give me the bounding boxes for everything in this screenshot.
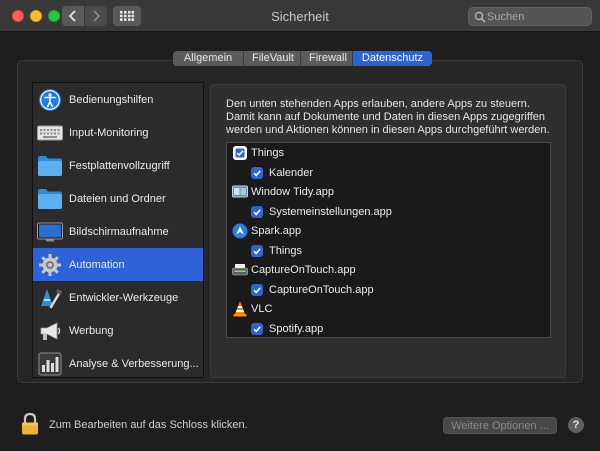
permission-label: Spotify.app	[269, 323, 324, 335]
sidebar-item-label: Input-Monitoring	[69, 126, 149, 139]
list-item-permission: Systemeinstellungen.app	[227, 202, 550, 222]
sidebar-item-dateien-und-ordner[interactable]: Dateien und Ordner	[33, 182, 203, 215]
search-field[interactable]	[468, 7, 592, 26]
help-button[interactable]: ?	[568, 417, 584, 433]
megaphone-icon	[37, 318, 63, 344]
checkmark-icon	[253, 209, 261, 216]
search-icon	[474, 11, 486, 23]
permission-label: Kalender	[269, 167, 314, 179]
sidebar-item-bedienungshilfen[interactable]: Bedienungshilfen	[33, 83, 203, 116]
sidebar-item-label: Dateien und Ordner	[69, 192, 166, 205]
sidebar-item-entwickler-werkzeuge[interactable]: Entwickler-Werkzeuge	[33, 281, 203, 314]
vlc-cone-icon	[232, 301, 248, 317]
window-tidy-icon	[232, 184, 248, 200]
search-input[interactable]	[487, 9, 587, 24]
sidebar-item-label: Festplattenvollzugriff	[69, 159, 170, 172]
tab-bar: Allgemein FileVault Firewall Datenschutz	[173, 51, 432, 66]
sidebar-item-label: Werbung	[69, 324, 114, 337]
permission-label: Things	[269, 245, 303, 257]
permission-checkbox[interactable]	[251, 206, 263, 218]
checkmark-icon	[253, 248, 261, 255]
sidebar-item-bildschirmaufnahme[interactable]: Bildschirmaufnahme	[33, 215, 203, 248]
tab-firewall[interactable]: Firewall	[301, 51, 353, 66]
sidebar-item-label: Automation	[69, 258, 125, 271]
permission-checkbox[interactable]	[251, 167, 263, 179]
list-item-app[interactable]: Things	[227, 143, 550, 163]
chevron-left-icon	[68, 10, 76, 22]
show-all-button[interactable]	[113, 6, 141, 26]
tab-allgemein[interactable]: Allgemein	[173, 51, 244, 66]
folder-icon	[37, 186, 63, 212]
more-options-button[interactable]: Weitere Optionen ...	[443, 417, 557, 434]
privacy-category-list: Bedienungshilfen Input-Monitoring Festpl…	[32, 82, 204, 378]
scanner-icon	[232, 262, 248, 278]
permission-label: CaptureOnTouch.app	[269, 284, 374, 296]
sidebar-item-werbung[interactable]: Werbung	[33, 314, 203, 347]
list-item-permission: CaptureOnTouch.app	[227, 280, 550, 300]
sidebar-item-label: Bildschirmaufnahme	[69, 225, 169, 238]
list-item-app[interactable]: Spark.app	[227, 221, 550, 241]
lock-hint-text: Zum Bearbeiten auf das Schloss klicken.	[49, 419, 248, 431]
checkmark-icon	[253, 170, 261, 177]
sidebar-item-label: Bedienungshilfen	[69, 93, 154, 106]
app-name: VLC	[251, 303, 273, 315]
minimize-window-button[interactable]	[30, 10, 42, 22]
app-name: Things	[251, 147, 285, 159]
forward-button[interactable]	[85, 6, 107, 26]
app-name: Spark.app	[251, 225, 302, 237]
analytics-icon	[37, 351, 63, 377]
spark-icon	[232, 223, 248, 239]
permission-checkbox[interactable]	[251, 284, 263, 296]
developer-tools-icon	[37, 285, 63, 311]
folder-icon	[37, 153, 63, 179]
list-item-permission: Spotify.app	[227, 319, 550, 337]
sidebar-item-analyse-verbesserung[interactable]: Analyse & Verbesserung...	[33, 347, 203, 380]
zoom-window-button[interactable]	[48, 10, 60, 22]
permission-checkbox[interactable]	[251, 323, 263, 335]
back-button[interactable]	[62, 6, 84, 26]
lock-icon[interactable]	[20, 412, 40, 436]
checkmark-icon	[253, 326, 261, 333]
sidebar-item-input-monitoring[interactable]: Input-Monitoring	[33, 116, 203, 149]
automation-description: Den unten stehenden Apps erlauben, ander…	[226, 98, 550, 136]
checkmark-icon	[253, 287, 261, 294]
accessibility-icon	[37, 87, 63, 113]
title-bar: Sicherheit	[0, 0, 600, 32]
permission-checkbox[interactable]	[251, 245, 263, 257]
keyboard-icon	[37, 120, 63, 146]
list-item-app[interactable]: Window Tidy.app	[227, 182, 550, 202]
grid-icon	[120, 11, 134, 21]
tab-filevault[interactable]: FileVault	[244, 51, 301, 66]
sidebar-item-label: Analyse & Verbesserung...	[69, 357, 199, 370]
gear-icon	[37, 252, 63, 278]
sidebar-item-label: Entwickler-Werkzeuge	[69, 291, 179, 304]
app-name: CaptureOnTouch.app	[251, 264, 356, 276]
list-item-app[interactable]: CaptureOnTouch.app	[227, 260, 550, 280]
app-name: Window Tidy.app	[251, 186, 334, 198]
chevron-right-icon	[93, 10, 101, 22]
list-item-app[interactable]: VLC	[227, 299, 550, 319]
tab-datenschutz[interactable]: Datenschutz	[353, 51, 432, 66]
permission-label: Systemeinstellungen.app	[269, 206, 392, 218]
display-icon	[37, 219, 63, 245]
sidebar-item-festplattenvollzugriff[interactable]: Festplattenvollzugriff	[33, 149, 203, 182]
list-item-permission: Kalender	[227, 163, 550, 183]
list-item-permission: Things	[227, 241, 550, 261]
things-icon	[232, 145, 248, 161]
automation-app-list: Things Kalender Window Tidy.app Systemei…	[226, 142, 551, 338]
sidebar-item-automation[interactable]: Automation	[33, 248, 203, 281]
close-window-button[interactable]	[12, 10, 24, 22]
